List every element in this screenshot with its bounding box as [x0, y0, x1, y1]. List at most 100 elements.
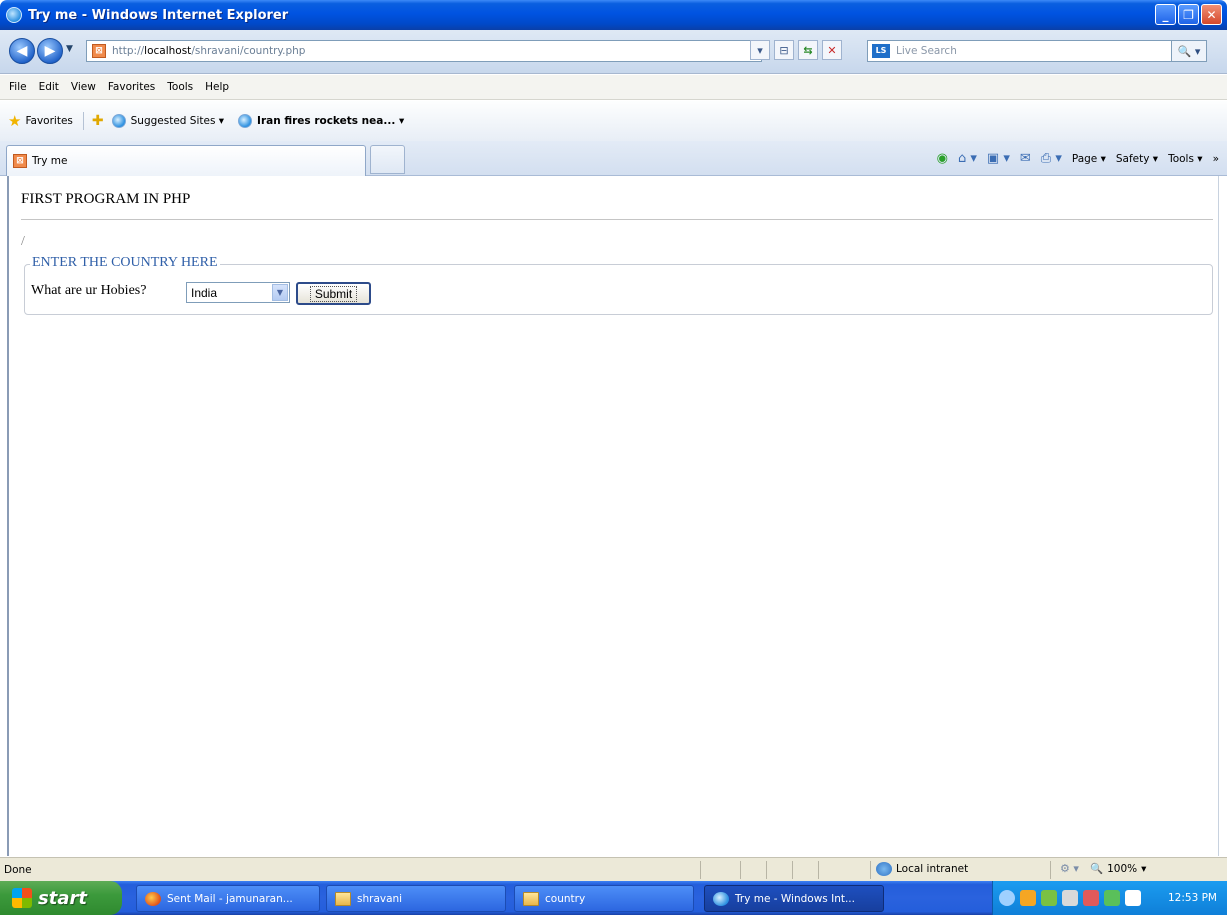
- zoom-dropdown-icon[interactable]: ▾: [1141, 863, 1146, 875]
- tray-app-icon[interactable]: [1083, 890, 1099, 906]
- read-mail-icon[interactable]: ✉: [1020, 151, 1031, 166]
- clock: 12:53 PM: [1168, 892, 1217, 904]
- accelerator-icon[interactable]: ◉: [937, 151, 948, 166]
- address-url[interactable]: http://localhost/shravani/country.php: [112, 45, 305, 57]
- safety-menu[interactable]: Safety ▾: [1116, 153, 1158, 165]
- compatibility-view-icon[interactable]: ⊟: [774, 40, 794, 60]
- zoom-level: 100%: [1107, 862, 1138, 875]
- tab-try-me[interactable]: ⊠ Try me: [6, 145, 366, 176]
- search-placeholder: Live Search: [896, 45, 957, 57]
- search-button[interactable]: 🔍 ▾: [1171, 40, 1207, 62]
- zoom-control[interactable]: 🔍 100% ▾: [1090, 862, 1146, 876]
- tray-app-icon[interactable]: [1041, 890, 1057, 906]
- suggested-sites-icon: [111, 114, 126, 128]
- address-bar[interactable]: ⊠ http://localhost/shravani/country.php: [86, 40, 762, 62]
- address-row: ◀ ▶ ▼ ⊠ http://localhost/shravani/countr…: [0, 30, 1227, 74]
- tray-app-icon[interactable]: [1104, 890, 1120, 906]
- status-divider: [766, 861, 767, 879]
- taskbar-item-label: Sent Mail - jamunaran...: [167, 892, 293, 905]
- zoom-icon: 🔍: [1090, 863, 1104, 875]
- tab-row: ⊠ Try me ◉ ⌂ ▾ ▣ ▾ ✉ ⎙ ▾ Page ▾ Safety ▾…: [0, 141, 1227, 176]
- address-dropdown-icon[interactable]: ▾: [750, 40, 770, 60]
- home-icon[interactable]: ⌂ ▾: [958, 151, 977, 166]
- stop-icon[interactable]: ✕: [822, 40, 842, 60]
- horizontal-rule: [21, 219, 1213, 220]
- country-fieldset: ENTER THE COUNTRY HERE What are ur Hobie…: [24, 255, 1213, 315]
- status-divider: [740, 861, 741, 879]
- maximize-button[interactable]: ❐: [1178, 4, 1199, 25]
- favorites-button[interactable]: Favorites: [25, 115, 72, 127]
- back-button[interactable]: ◀: [9, 38, 35, 64]
- security-zone[interactable]: Local intranet: [876, 862, 968, 876]
- system-tray: 12:53 PM: [992, 881, 1227, 915]
- protected-mode-icon[interactable]: ⚙ ▾: [1060, 862, 1079, 875]
- taskbar-item-label: country: [545, 892, 586, 905]
- taskbar-item-country[interactable]: country: [514, 885, 694, 912]
- intranet-icon: [876, 862, 892, 876]
- web-slice-icon: [238, 114, 253, 128]
- start-button[interactable]: start: [0, 881, 122, 915]
- menu-help[interactable]: Help: [199, 81, 235, 93]
- print-icon[interactable]: ⎙ ▾: [1041, 151, 1062, 166]
- menu-view[interactable]: View: [65, 81, 102, 93]
- menu-favorites[interactable]: Favorites: [102, 81, 161, 93]
- taskbar-item-label: Try me - Windows Int...: [735, 892, 855, 905]
- firefox-icon: [145, 891, 161, 906]
- slash-text: /: [21, 234, 25, 249]
- favorites-separator: [82, 112, 84, 130]
- page-favicon-icon: ⊠: [92, 44, 106, 58]
- minimize-button[interactable]: _: [1155, 4, 1176, 25]
- folder-icon: [335, 891, 351, 906]
- page-heading: FIRST PROGRAM IN PHP: [21, 191, 191, 207]
- status-divider: [792, 861, 793, 879]
- tray-expand-icon[interactable]: [999, 890, 1015, 906]
- menu-bar: File Edit View Favorites Tools Help: [0, 75, 1227, 100]
- country-select-value: India: [191, 285, 218, 300]
- recent-pages-dropdown-icon[interactable]: ▼: [66, 44, 73, 54]
- menu-tools[interactable]: Tools: [161, 81, 199, 93]
- country-select[interactable]: India ▼: [186, 282, 290, 303]
- start-label: start: [38, 887, 87, 909]
- taskbar-item-ie[interactable]: Try me - Windows Int...: [704, 885, 884, 912]
- web-slice-link[interactable]: Iran fires rockets nea... ▾: [257, 115, 404, 127]
- network-icon[interactable]: [1125, 890, 1141, 906]
- new-tab-button[interactable]: [370, 145, 405, 174]
- tools-menu[interactable]: Tools ▾: [1168, 153, 1202, 165]
- close-button[interactable]: ✕: [1201, 4, 1222, 25]
- search-box[interactable]: LS Live Search: [867, 40, 1207, 62]
- ie-icon: [713, 891, 729, 906]
- tab-label: Try me: [32, 155, 68, 167]
- page-content: FIRST PROGRAM IN PHP / ENTER THE COUNTRY…: [7, 176, 1219, 856]
- hobbies-label: What are ur Hobies?: [31, 283, 147, 298]
- tray-app-icon[interactable]: [1062, 890, 1078, 906]
- zone-label: Local intranet: [896, 863, 969, 875]
- suggested-sites-link[interactable]: Suggested Sites ▾: [131, 115, 224, 127]
- tab-favicon-icon: ⊠: [13, 154, 27, 168]
- refresh-icon[interactable]: ⇆: [798, 40, 818, 60]
- submit-button[interactable]: Submit: [296, 282, 371, 305]
- forward-button[interactable]: ▶: [37, 38, 63, 64]
- status-bar: Done Local intranet ⚙ ▾ 🔍 100% ▾: [0, 857, 1227, 881]
- add-to-favorites-icon[interactable]: ✚: [92, 113, 104, 129]
- tray-app-icon[interactable]: [1020, 890, 1036, 906]
- status-divider: [700, 861, 701, 879]
- taskbar-item-firefox[interactable]: Sent Mail - jamunaran...: [136, 885, 320, 912]
- status-text: Done: [4, 863, 32, 876]
- status-divider: [818, 861, 819, 879]
- address-tools: ▾ ⊟ ⇆ ✕: [750, 40, 842, 60]
- live-search-icon: LS: [872, 44, 890, 58]
- folder-icon: [523, 891, 539, 906]
- select-arrow-icon[interactable]: ▼: [272, 284, 288, 301]
- title-bar: Try me - Windows Internet Explorer _ ❐ ✕: [0, 0, 1227, 30]
- taskbar-item-shravani[interactable]: shravani: [326, 885, 506, 912]
- window-controls: _ ❐ ✕: [1155, 4, 1222, 25]
- feeds-icon[interactable]: ▣ ▾: [987, 151, 1010, 166]
- page-menu[interactable]: Page ▾: [1072, 153, 1106, 165]
- favorites-star-icon[interactable]: ★: [8, 112, 21, 130]
- menu-edit[interactable]: Edit: [33, 81, 65, 93]
- menu-file[interactable]: File: [3, 81, 33, 93]
- more-commands-icon[interactable]: »: [1213, 153, 1219, 165]
- fieldset-legend: ENTER THE COUNTRY HERE: [30, 255, 220, 271]
- command-bar: ◉ ⌂ ▾ ▣ ▾ ✉ ⎙ ▾ Page ▾ Safety ▾ Tools ▾ …: [937, 151, 1219, 166]
- taskbar: start Sent Mail - jamunaran... shravani …: [0, 881, 1227, 915]
